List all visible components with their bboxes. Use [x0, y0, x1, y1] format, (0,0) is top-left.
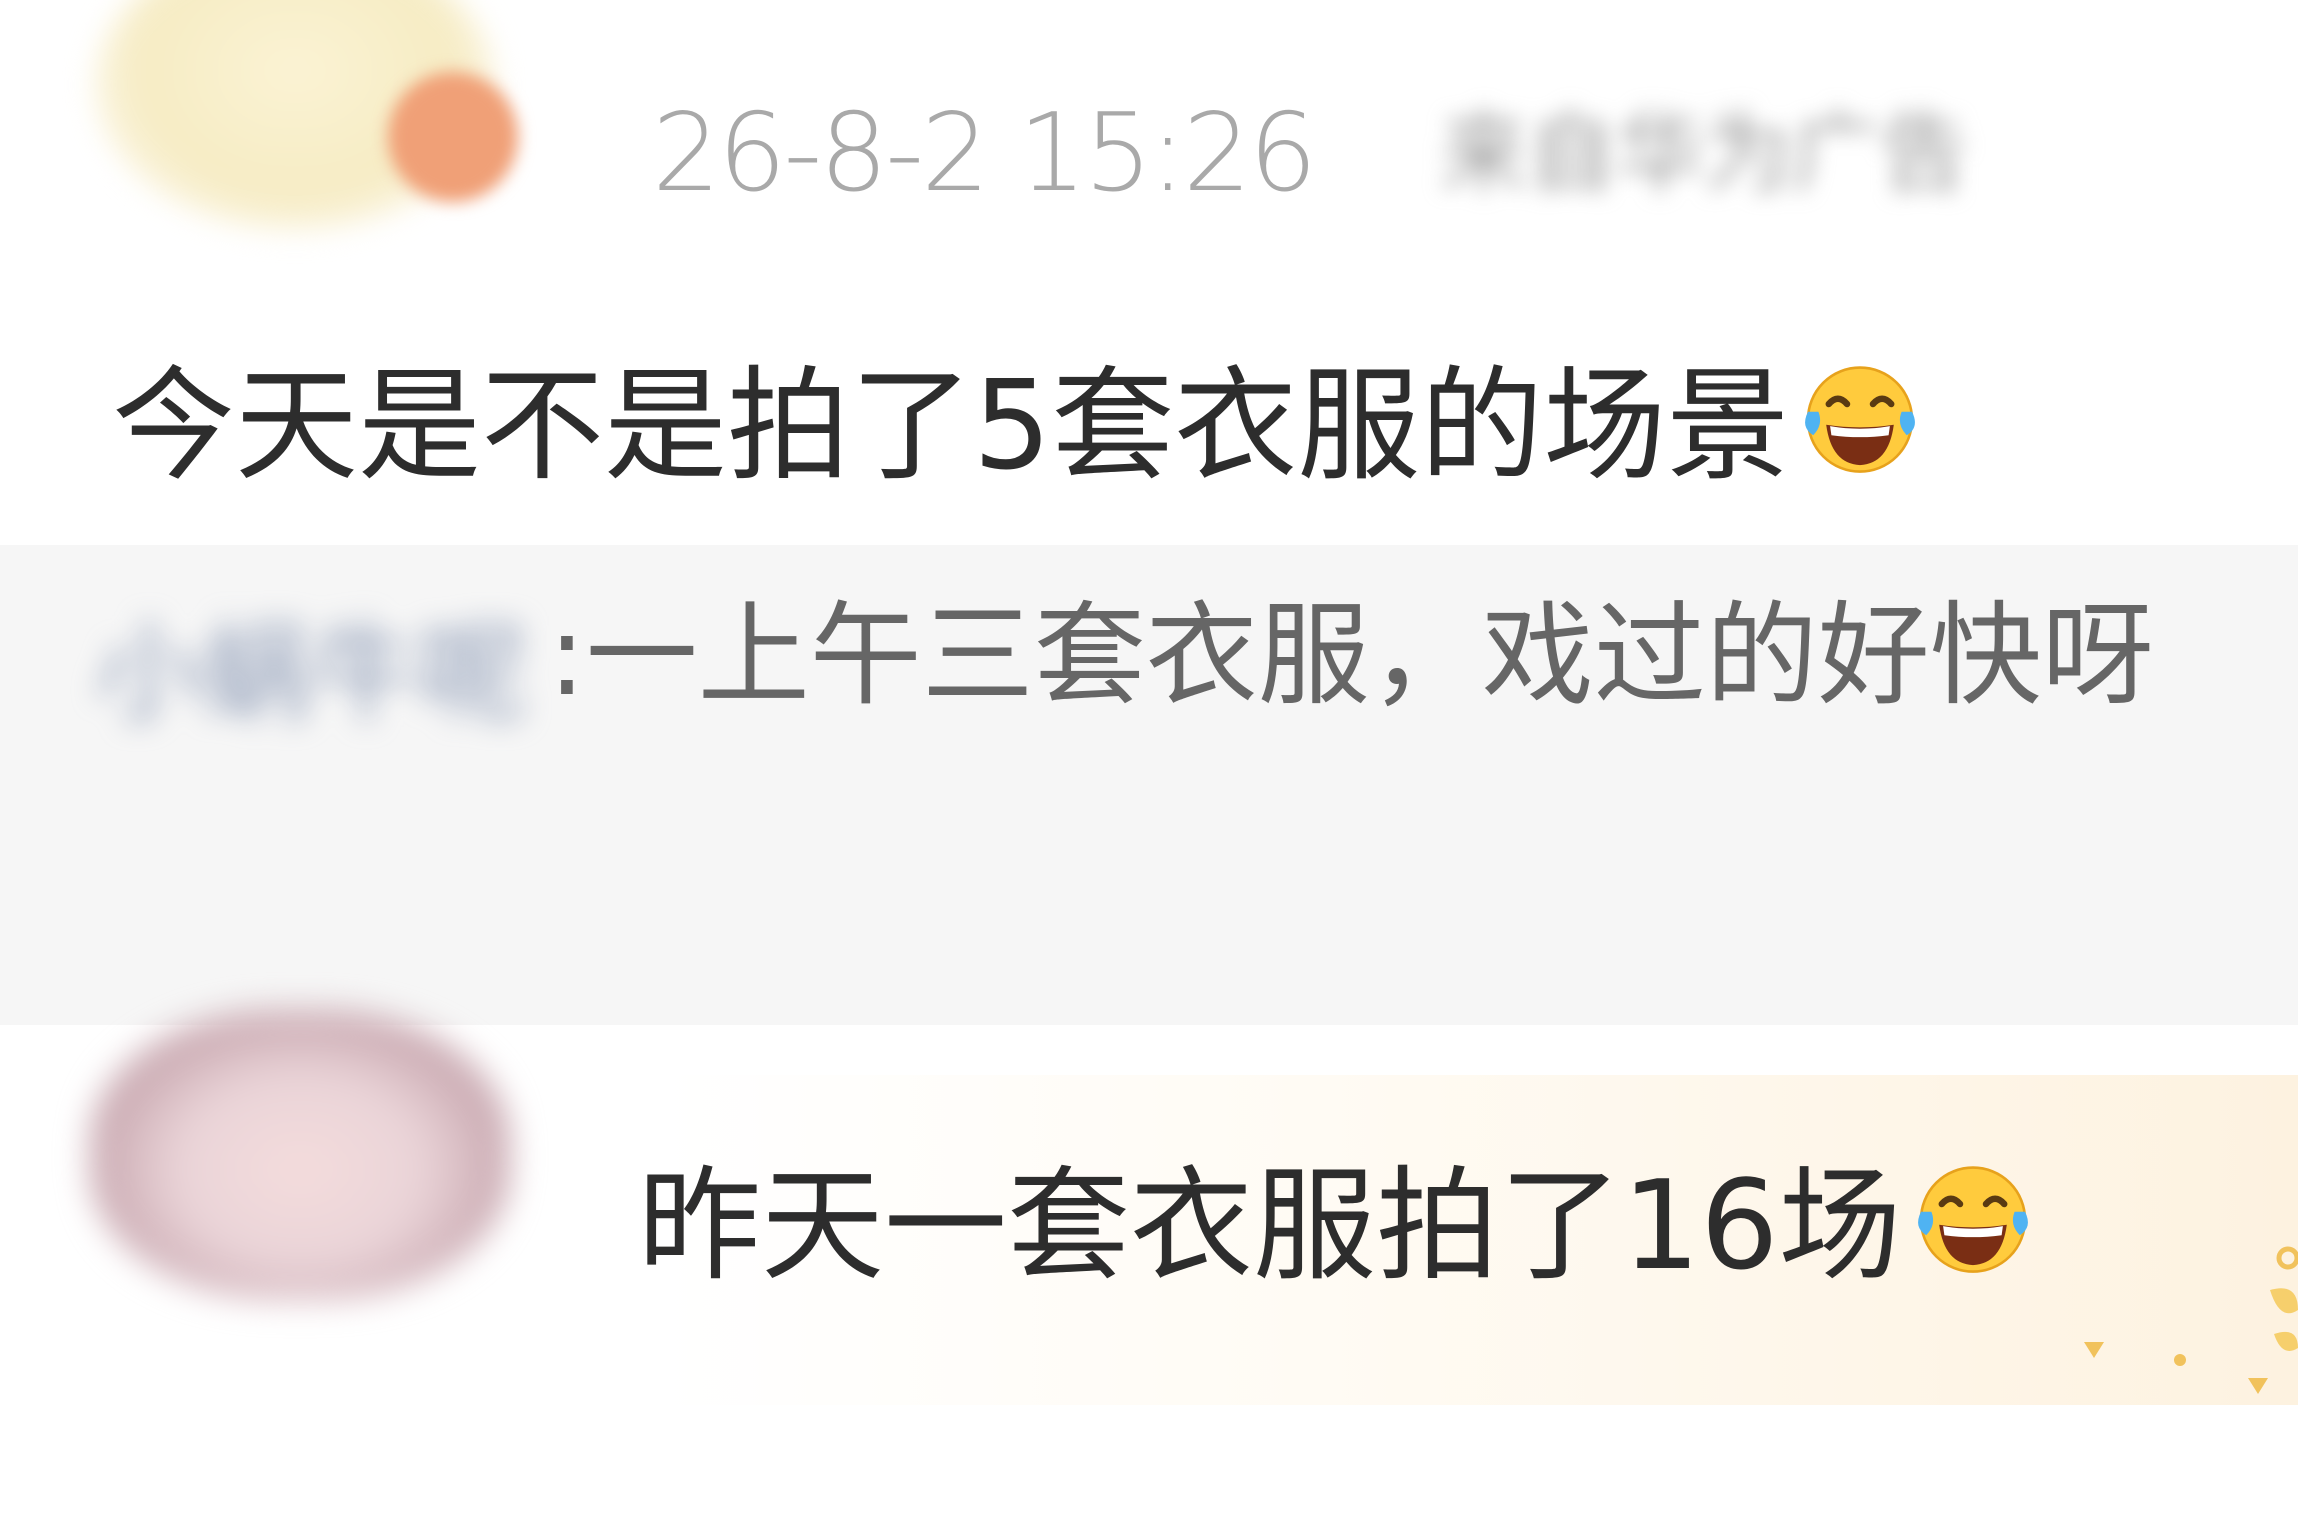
- comment-text: 今天是不是拍了5套衣服的场景: [112, 355, 1790, 498]
- reply-text: 昨天一套衣服拍了16场: [638, 1155, 1902, 1298]
- comment-thread: 26-8-2 15:26 来自华为广告 今天是不是拍了5套衣服的场景 小蜗牛呢 …: [0, 0, 2298, 1532]
- reply-body: 昨天一套衣服拍了16场: [638, 1152, 2038, 1288]
- avatar-badge-icon: [388, 72, 518, 202]
- sparkle-decoration-icon: [2084, 1246, 2298, 1394]
- comment-body: 今天是不是拍了5套衣服的场景: [112, 352, 1925, 488]
- comment-source: 来自华为广告: [1440, 102, 1969, 205]
- laughing-tears-emoji-icon: [1805, 366, 1916, 473]
- quoted-reply-text: :一上午三套衣服，戏过的好快呀: [548, 591, 2154, 721]
- replier-avatar[interactable]: [90, 1010, 510, 1300]
- quoted-reply-author[interactable]: 小蜗牛呢: [95, 600, 535, 750]
- laughing-tears-emoji-icon: [1917, 1166, 2028, 1273]
- comment-timestamp: 26-8-2 15:26: [652, 91, 1317, 216]
